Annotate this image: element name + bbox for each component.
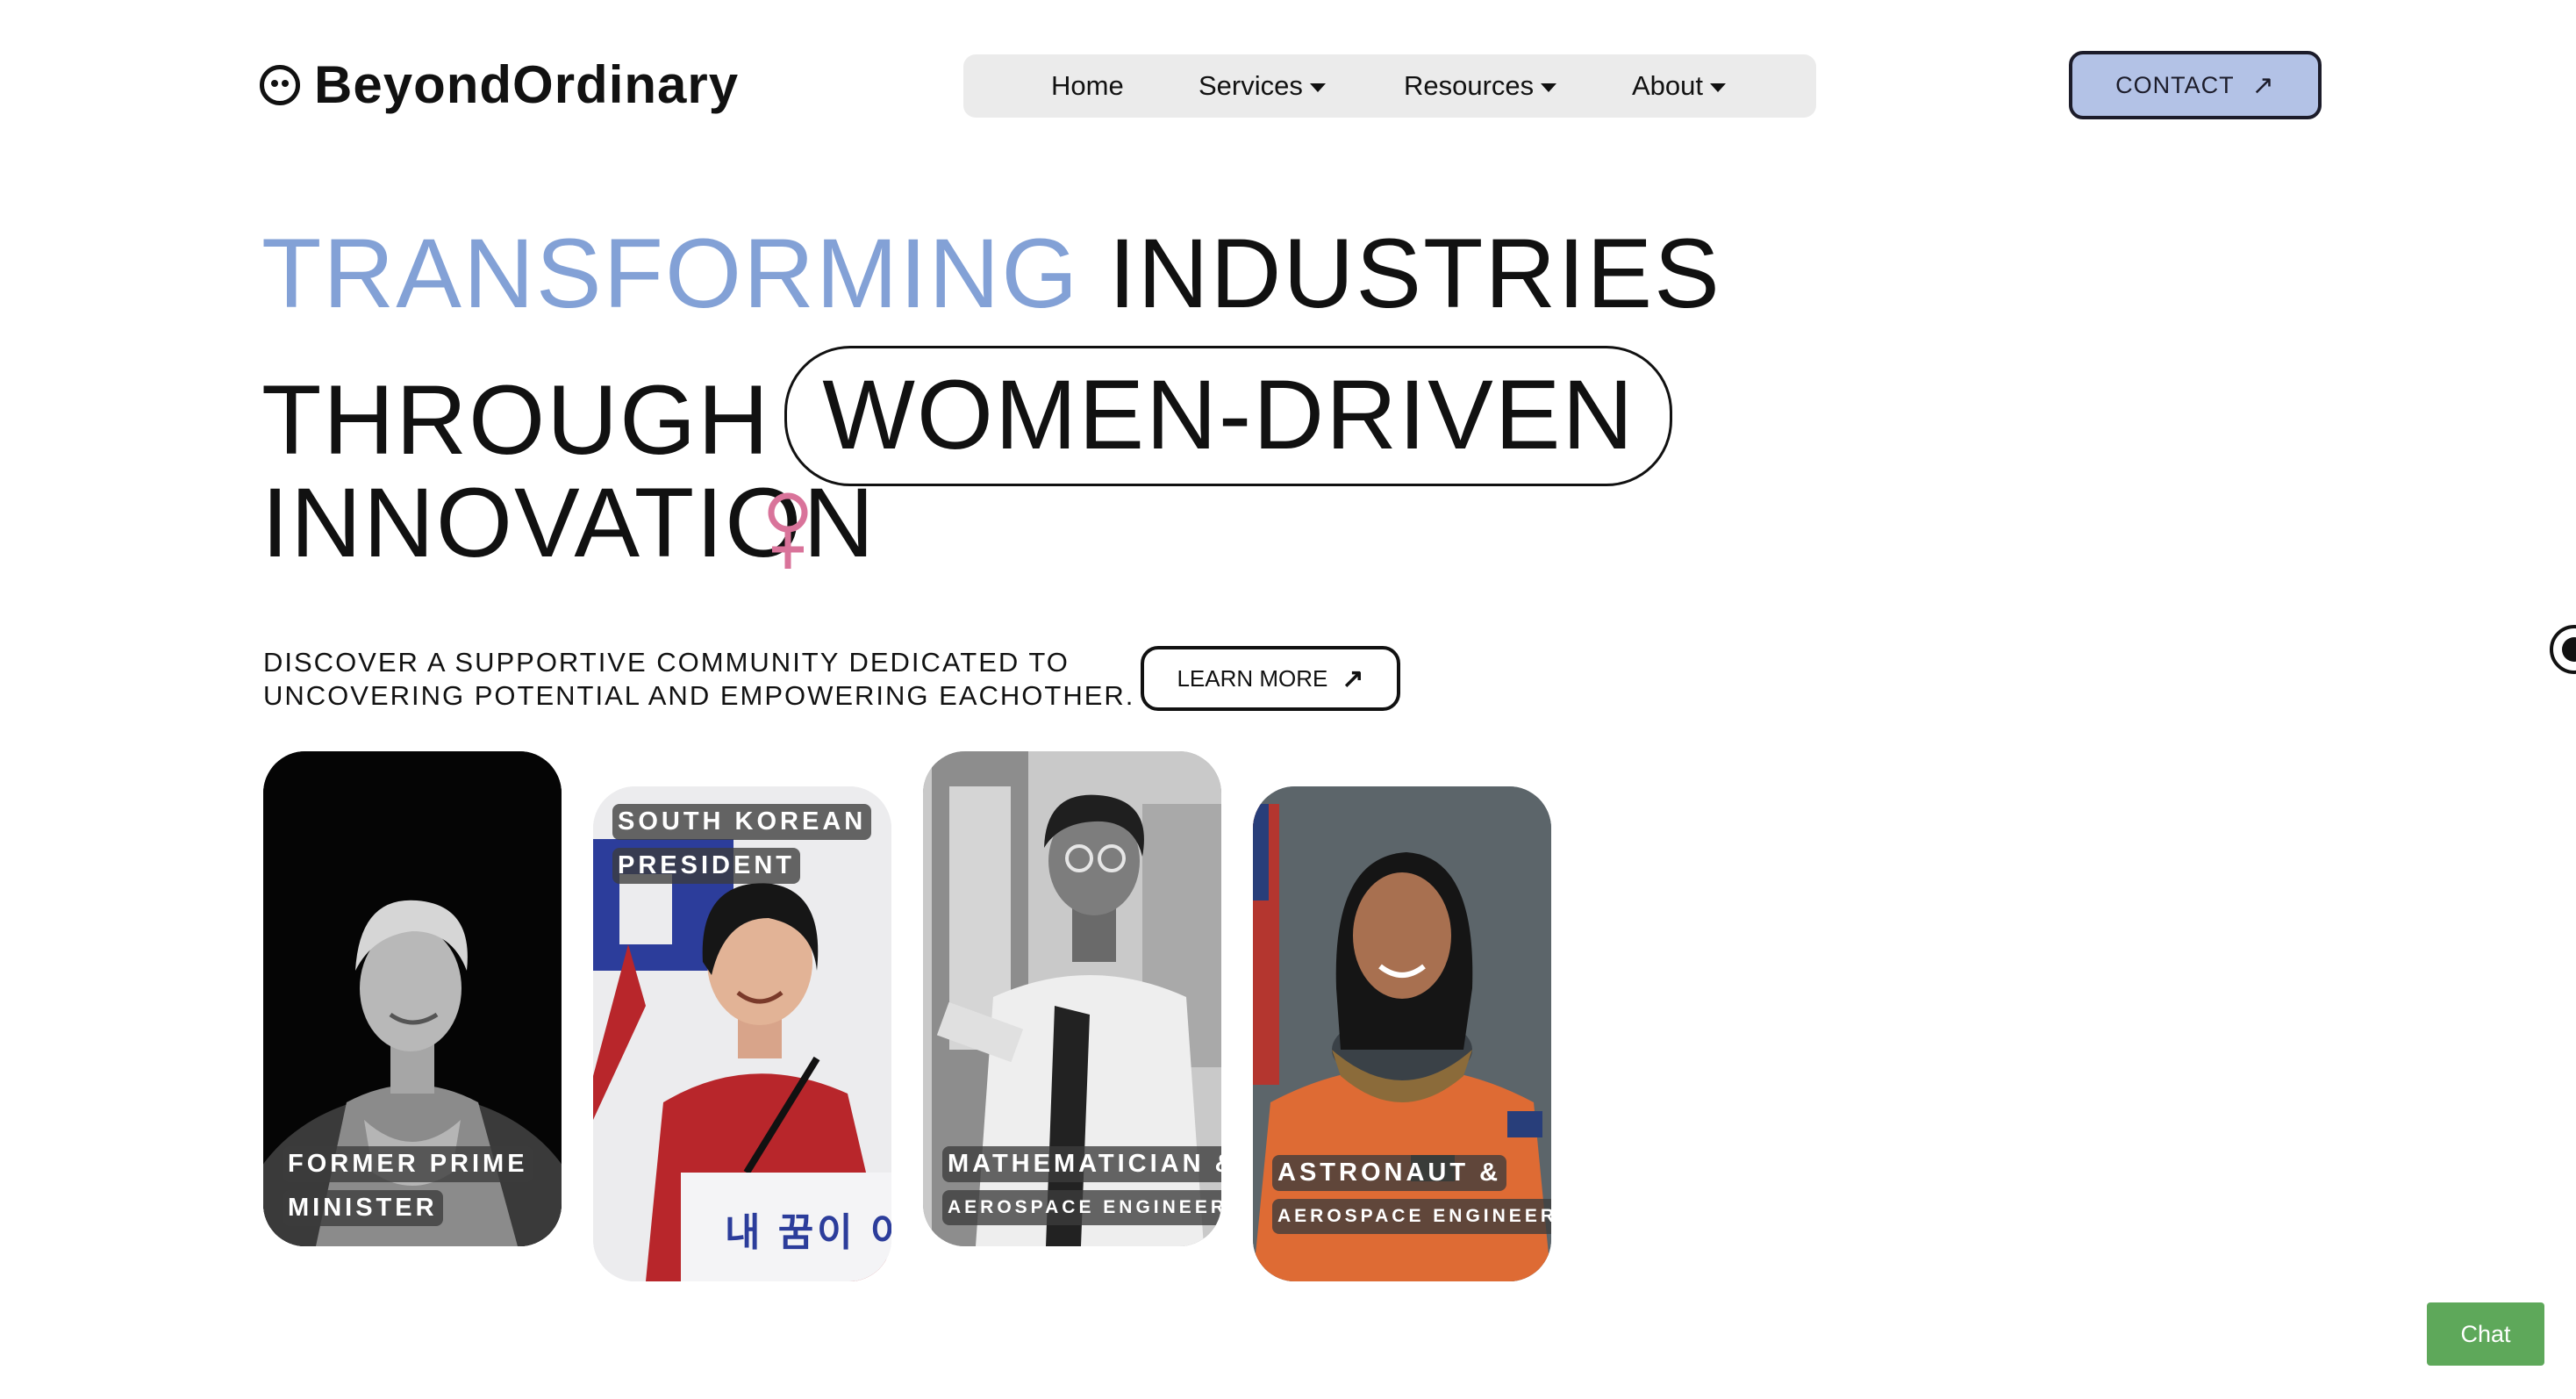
hero-word: THROUGH: [261, 365, 771, 475]
hero-word: INDUSTRIES: [1108, 219, 1721, 328]
chat-button[interactable]: Chat: [2427, 1302, 2544, 1366]
tagline-line-1: DISCOVER A SUPPORTIVE COMMUNITY DEDICATE…: [263, 647, 1070, 678]
profile-card-mathematician[interactable]: MATHEMATICIAN & AEROSPACE ENGINEER: [923, 751, 1221, 1246]
learn-more-label: LEARN MORE: [1177, 664, 1328, 692]
card-tag-line-2: MINISTER: [283, 1190, 443, 1226]
nav-item-about[interactable]: About: [1632, 54, 1727, 118]
profile-card-prime-minister[interactable]: FORMER PRIME MINISTER: [263, 751, 562, 1246]
nav-item-label: Resources: [1404, 70, 1535, 101]
logo[interactable]: BeyondOrdinary: [260, 54, 739, 115]
nav-item-label: About: [1632, 70, 1704, 101]
logo-text: BeyondOrdinary: [314, 55, 740, 114]
theme-toggle-button[interactable]: [2550, 625, 2576, 674]
contact-label: CONTACT: [2115, 71, 2235, 98]
arrow-up-right-icon: ↗: [1342, 664, 1364, 693]
card-tag-line-2: AEROSPACE ENGINEER: [942, 1190, 1221, 1225]
card-tag-line-2: AEROSPACE ENGINEER: [1272, 1199, 1551, 1234]
card-tag-line-1: ASTRONAUT &: [1272, 1155, 1507, 1191]
hero-accent-word: TRANSFORMING: [261, 219, 1080, 328]
contact-button[interactable]: CONTACT ↗: [2069, 51, 2322, 119]
female-sign-icon: [768, 492, 808, 569]
profile-card-president[interactable]: SOUTH KOREAN PRESIDENT 내 꿈이 이: [593, 786, 891, 1281]
card-tag-line-1: MATHEMATICIAN &: [942, 1146, 1221, 1182]
tagline-line-2: UNCOVERING POTENTIAL AND EMPOWERING EACH…: [263, 680, 1135, 711]
profile-card-astronaut[interactable]: ASTRONAUT & AEROSPACE ENGINEER: [1253, 786, 1551, 1281]
card-tag-line-1: SOUTH KOREAN: [612, 804, 872, 840]
nav-item-home[interactable]: Home: [1051, 54, 1124, 118]
caret-down-icon: [1710, 83, 1727, 92]
nav-item-label: Services: [1199, 70, 1303, 101]
nav-item-resources[interactable]: Resources: [1404, 54, 1557, 118]
main-nav: Home Services Resources About: [963, 54, 1816, 118]
smiley-face-icon: [260, 64, 300, 105]
caret-down-icon: [1309, 83, 1326, 92]
arrow-up-right-icon: ↗: [2251, 70, 2275, 100]
nav-item-services[interactable]: Services: [1199, 54, 1326, 118]
hero-tagline: DISCOVER A SUPPORTIVE COMMUNITY DEDICATE…: [263, 646, 1134, 713]
card-tag-line-2: PRESIDENT: [612, 848, 800, 884]
nav-item-label: Home: [1051, 70, 1124, 101]
learn-more-button[interactable]: LEARN MORE ↗: [1141, 646, 1400, 711]
hero-title-line-1: TRANSFORMING INDUSTRIES: [261, 225, 1721, 323]
podium-sign-text: 내 꿈이 이: [725, 1211, 891, 1254]
caret-down-icon: [1541, 83, 1557, 92]
hero-pill: WOMEN-DRIVEN: [784, 346, 1673, 486]
chat-label: Chat: [2460, 1320, 2511, 1347]
card-tag-line-1: FORMER PRIME: [283, 1146, 533, 1182]
